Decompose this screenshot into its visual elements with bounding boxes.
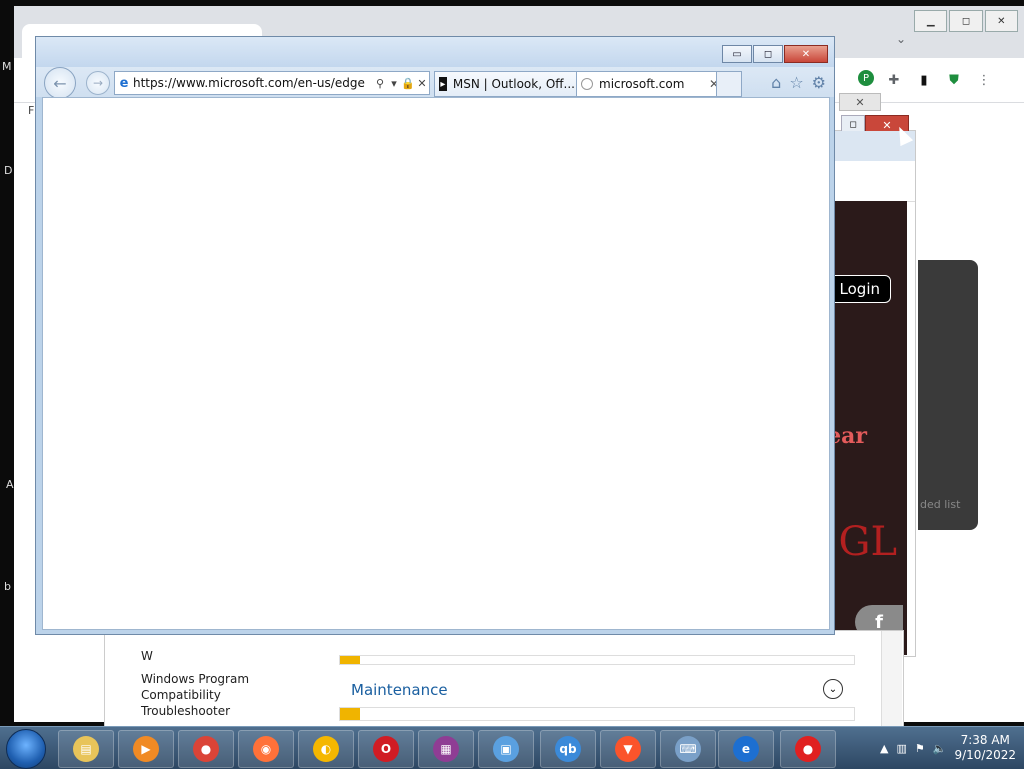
network-icon: ⌨ [675, 736, 701, 762]
close-button[interactable]: ✕ [984, 10, 1018, 32]
left-fragment: M [2, 60, 12, 73]
home-icon[interactable]: ⌂ [771, 73, 781, 92]
maximize-button[interactable]: ◻ [753, 45, 783, 63]
left-fragment: b [4, 580, 11, 593]
brave-icon: ▼ [615, 736, 641, 762]
login-button[interactable]: Login [828, 275, 891, 303]
hero-script-text: GL [838, 519, 897, 565]
ie-command-icons: ⌂ ☆ ⚙ [771, 73, 826, 92]
ie-navigation-bar: ← → e https://www.microsoft.com/en-us/ed… [36, 67, 834, 99]
toolbar-fragment: F [28, 104, 35, 117]
taskbar-opera-button[interactable]: O [358, 730, 414, 768]
control-panel-window: W Windows Program Compatibility Troubles… [104, 630, 904, 728]
taskbar-media-player-button[interactable]: ▶ [118, 730, 174, 768]
gear-icon[interactable]: ⚙ [812, 73, 826, 92]
system-tray: ▲ ▥ ⚑ 🔈 7:38 AM 9/10/2022 [880, 727, 1016, 769]
address-url[interactable]: https://www.microsoft.com/en-us/edge [133, 76, 373, 90]
volume-icon[interactable]: 🔈 [933, 742, 947, 755]
maximize-button[interactable]: ◻ [949, 10, 983, 32]
file-explorer-icon: ▤ [73, 736, 99, 762]
extension-bar: P ✚ ▮ ⛊ ⋮ [858, 70, 994, 90]
puzzle-icon[interactable]: ✚ [884, 70, 904, 90]
sidebar-item[interactable]: W [141, 649, 153, 663]
tab-msn[interactable]: ▸ MSN | Outlook, Off... [434, 71, 580, 97]
taskbar: ▤ ▶ ● ◉ ◐ O ▦ ▣ qb ▼ ⌨ e ● ▲ ▥ ⚑ 🔈 7:38 AM 9/10/2022 [0, 726, 1024, 769]
flag-icon[interactable]: ⚑ [915, 742, 925, 755]
favorites-icon[interactable]: ☆ [789, 73, 803, 92]
taskbar-winrar-button[interactable]: ▦ [418, 730, 474, 768]
dropdown-icon[interactable]: ▾ [387, 77, 401, 90]
start-button[interactable] [6, 729, 46, 769]
menu-icon[interactable]: ⋮ [974, 70, 994, 90]
taskbar-qbittorrent-button[interactable]: qb [540, 730, 596, 768]
lock-icon[interactable]: 🔒 [401, 77, 415, 90]
back-button[interactable]: ← [44, 67, 76, 99]
msn-favicon-icon: ▸ [439, 77, 447, 91]
ie-titlebar: ▭ ◻ ✕ [36, 37, 834, 67]
close-button[interactable]: ✕ [839, 93, 881, 111]
minimize-button[interactable]: ▁ [914, 10, 948, 32]
tab-microsoft[interactable]: microsoft.com ✕ [576, 71, 724, 97]
left-fragment: A [6, 478, 14, 491]
search-icon[interactable]: ⚲ [373, 77, 387, 90]
taskbar-recorder-button[interactable]: ● [780, 730, 836, 768]
new-tab-button[interactable] [716, 71, 742, 97]
overlay-card: ded list [918, 260, 978, 530]
close-button[interactable]: ✕ [784, 45, 828, 63]
taskbar-chrome-button[interactable]: ● [178, 730, 234, 768]
clock-date: 9/10/2022 [954, 748, 1016, 762]
show-hidden-icons-icon[interactable]: ▲ [880, 742, 888, 755]
scrollbar[interactable] [881, 631, 902, 727]
taskbar-remote-desktop-button[interactable]: ▣ [478, 730, 534, 768]
network-icon[interactable]: ▥ [896, 742, 906, 755]
forward-button[interactable]: → [86, 71, 110, 95]
ie-page-content[interactable] [42, 97, 830, 630]
address-bar[interactable]: e https://www.microsoft.com/en-us/edge ⚲… [114, 71, 430, 95]
taskbar-vpn-button[interactable]: ◐ [298, 730, 354, 768]
chevron-down-icon[interactable]: ⌄ [823, 679, 843, 699]
opera-icon: O [373, 736, 399, 762]
tab-label: microsoft.com [599, 77, 685, 91]
chrome-window-controls: ▁ ◻ ✕ [914, 10, 1018, 32]
remote-desktop-icon: ▣ [493, 736, 519, 762]
recorder-icon: ● [795, 736, 821, 762]
taskbar-network-button[interactable]: ⌨ [660, 730, 716, 768]
qbittorrent-icon: qb [555, 736, 581, 762]
stop-icon[interactable]: ✕ [415, 77, 429, 90]
internet-explorer-icon: e [733, 736, 759, 762]
maintenance-section-title[interactable]: Maintenance [351, 681, 448, 699]
clock[interactable]: 7:38 AM 9/10/2022 [954, 733, 1016, 763]
chrome-icon: ● [193, 736, 219, 762]
internet-explorer-window: ▭ ◻ ✕ ← → e https://www.microsoft.com/en… [35, 36, 835, 635]
section-bar [339, 707, 855, 721]
overlay-text: ded list [920, 498, 961, 511]
clock-time: 7:38 AM [960, 733, 1010, 747]
ie-window-controls: ▭ ◻ ✕ [721, 45, 828, 63]
vpn-icon: ◐ [313, 736, 339, 762]
taskbar-firefox-button[interactable]: ◉ [238, 730, 294, 768]
media-player-icon: ▶ [133, 736, 159, 762]
taskbar-file-explorer-button[interactable]: ▤ [58, 730, 114, 768]
chevron-down-icon[interactable]: ⌄ [896, 32, 906, 46]
shield-icon[interactable]: ⛊ [944, 70, 964, 90]
loading-icon [581, 78, 593, 90]
minimize-button[interactable]: ▭ [722, 45, 752, 63]
sidebar-item-troubleshooter[interactable]: Windows Program Compatibility Troublesho… [141, 671, 311, 719]
side-panel-icon[interactable]: ▮ [914, 70, 934, 90]
taskbar-brave-button[interactable]: ▼ [600, 730, 656, 768]
tab-label: MSN | Outlook, Off... [452, 77, 575, 91]
firefox-icon: ◉ [253, 736, 279, 762]
left-fragment: D [4, 164, 13, 177]
extension-p-icon[interactable]: P [858, 70, 874, 86]
ie-logo-icon: e [119, 75, 129, 91]
section-bar [339, 655, 855, 665]
taskbar-internet-explorer-button[interactable]: e [718, 730, 774, 768]
control-panel-sidebar: W Windows Program Compatibility Troubles… [105, 631, 313, 727]
winrar-icon: ▦ [433, 736, 459, 762]
